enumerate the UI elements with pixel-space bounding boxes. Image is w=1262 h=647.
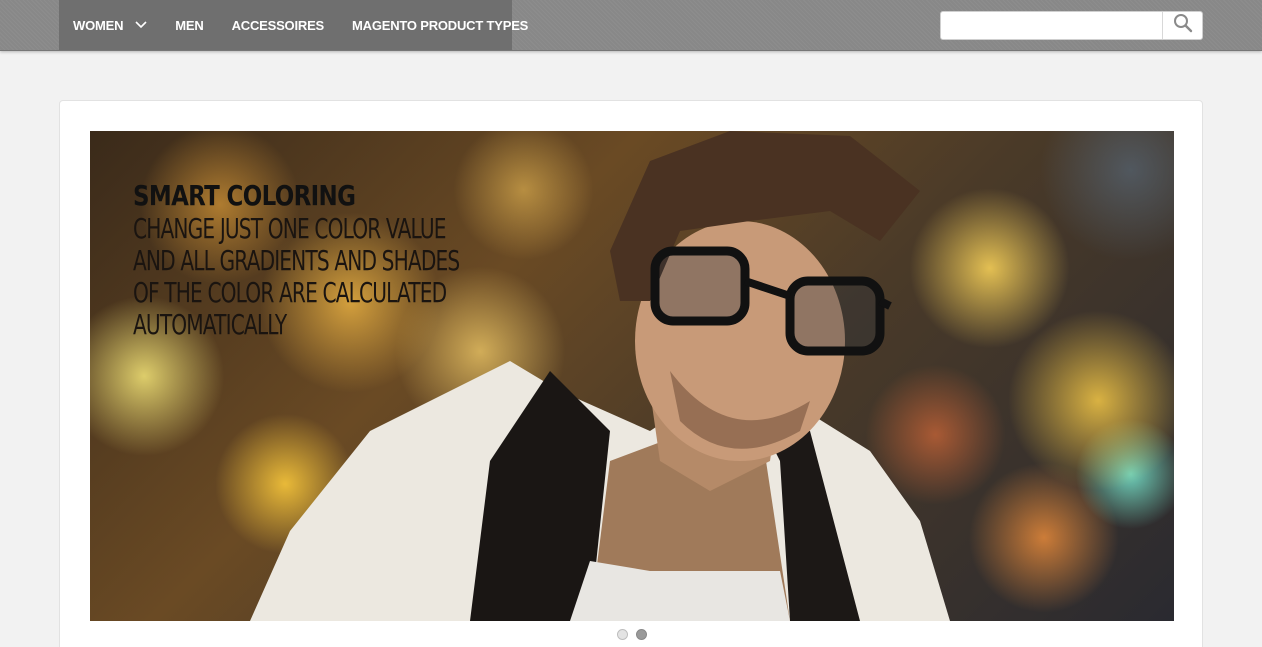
- nav-item-label: WOMEN: [73, 17, 124, 33]
- slide-caption: SMART COLORING CHANGE JUST ONE COLOR VAL…: [133, 179, 553, 341]
- nav-item-label: ACCESSOIRES: [231, 17, 325, 33]
- slide-title: SMART COLORING: [133, 179, 356, 212]
- hero-slider[interactable]: SMART COLORING CHANGE JUST ONE COLOR VAL…: [90, 131, 1174, 621]
- search-icon: [1173, 13, 1193, 38]
- slide-body-line: AND ALL GRADIENTS AND SHADES: [133, 244, 460, 277]
- nav-item-men[interactable]: MEN: [161, 0, 217, 50]
- search-button[interactable]: [1162, 12, 1202, 39]
- slider-dot-2[interactable]: [636, 629, 647, 640]
- top-navigation-bar: WOMEN MEN ACCESSOIRES MAGENTO PRODUCT TY…: [0, 0, 1262, 51]
- main-content-card: SMART COLORING CHANGE JUST ONE COLOR VAL…: [59, 100, 1203, 647]
- nav-item-magento-product-types[interactable]: MAGENTO PRODUCT TYPES: [338, 0, 542, 50]
- nav-item-accessoires[interactable]: ACCESSOIRES: [218, 0, 338, 50]
- slide-body-line: AUTOMATICALLY: [133, 308, 287, 341]
- slider-pagination: [60, 629, 1204, 640]
- nav-item-label: MEN: [175, 17, 204, 33]
- main-menu: WOMEN MEN ACCESSOIRES MAGENTO PRODUCT TY…: [59, 0, 528, 50]
- chevron-down-icon[interactable]: [135, 21, 147, 29]
- slider-dot-1[interactable]: [617, 629, 628, 640]
- search-input[interactable]: [941, 12, 1162, 39]
- slide-body-line: OF THE COLOR ARE CALCULATED: [133, 276, 447, 309]
- slide-body-line: CHANGE JUST ONE COLOR VALUE: [133, 212, 446, 245]
- search-box: [940, 11, 1203, 40]
- slide-body: CHANGE JUST ONE COLOR VALUE AND ALL GRAD…: [133, 213, 565, 341]
- nav-item-women[interactable]: WOMEN: [59, 0, 161, 50]
- nav-item-label: MAGENTO PRODUCT TYPES: [352, 17, 529, 33]
